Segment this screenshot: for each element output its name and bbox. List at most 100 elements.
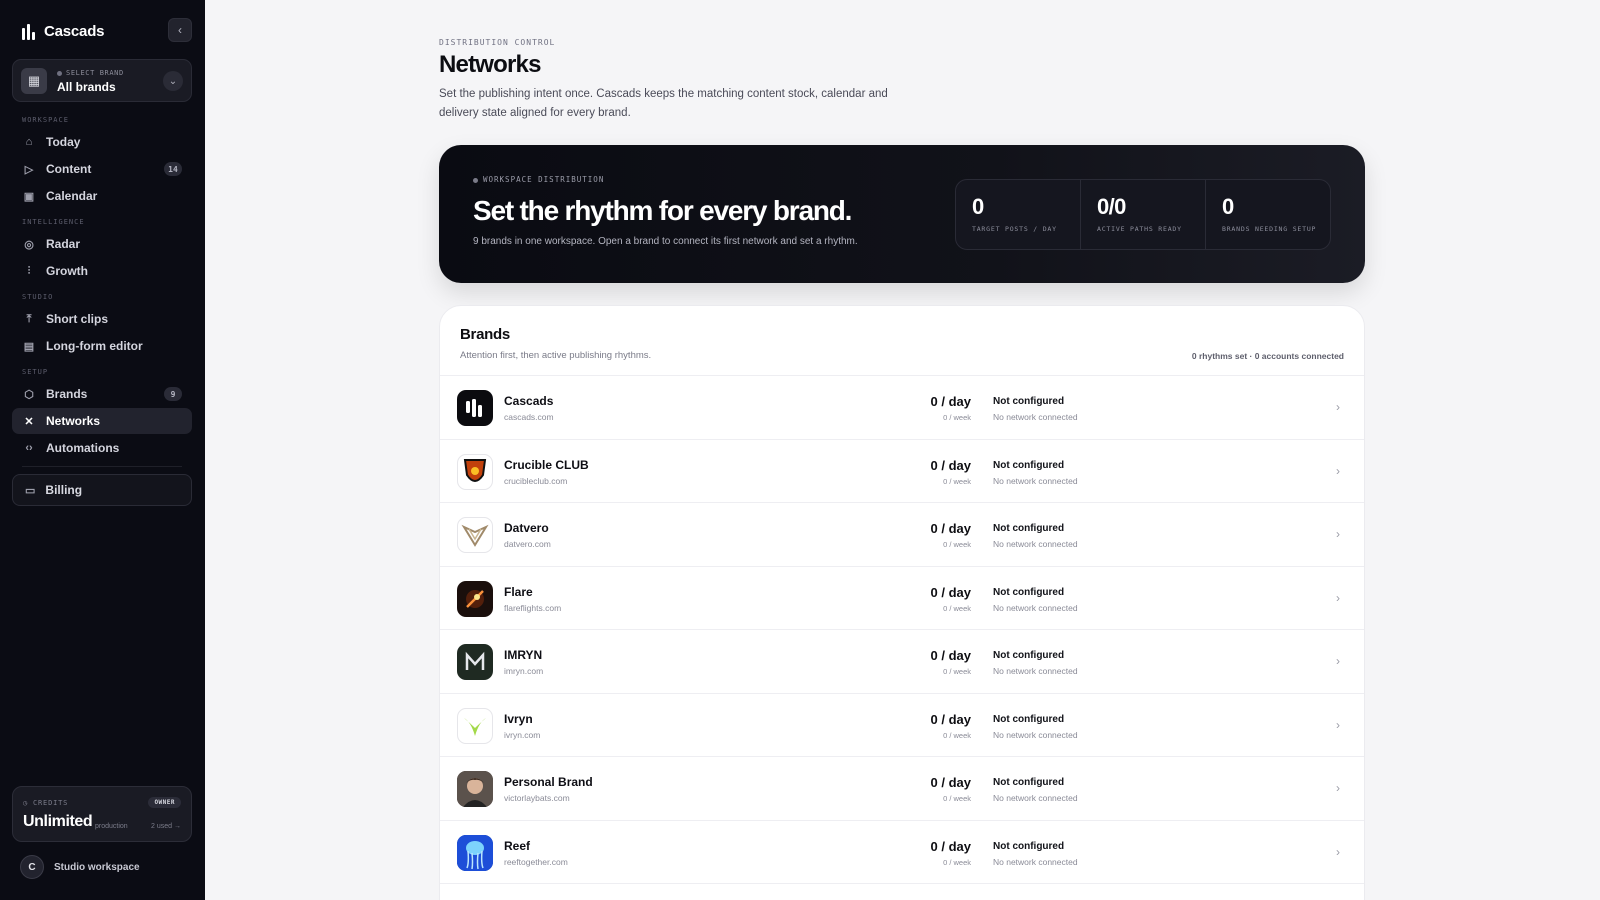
credits-label: CREDITS xyxy=(33,799,69,807)
page-title: Networks xyxy=(439,51,541,78)
chevron-right-icon: › xyxy=(1336,527,1340,541)
status-dot xyxy=(57,70,62,76)
brand-name: Crucible CLUB xyxy=(504,457,589,472)
brand-row-personal-brand[interactable]: Personal Brand victorlaybats.com 0 / day… xyxy=(440,757,1364,821)
section-label-workspace: WORKSPACE xyxy=(22,116,69,124)
status-dot xyxy=(473,177,478,183)
brand-status: Not configured xyxy=(993,650,1065,661)
brand-row-cascads[interactable]: Cascads cascads.com 0 / day 0 / week Not… xyxy=(440,376,1364,440)
brand-selector[interactable]: ▦ SELECT BRAND All brands ⌄ xyxy=(12,59,192,102)
brand-row-reef[interactable]: Reef reeftogether.com 0 / day 0 / week N… xyxy=(440,821,1364,884)
brand-weekly-rate: 0 / week xyxy=(943,857,971,867)
imryn-logo-icon xyxy=(457,644,493,680)
chevron-down-icon: ⌄ xyxy=(163,71,183,91)
home-icon: ⌂ xyxy=(25,136,33,148)
brand-domain: ivryn.com xyxy=(504,729,541,740)
upload-icon: ⤒ xyxy=(26,312,32,325)
reef-logo-icon xyxy=(457,834,493,871)
brand-weekly-rate: 0 / week xyxy=(943,667,971,676)
brand-domain: imryn.com xyxy=(504,666,544,676)
brand-weekly-rate: 0 / week xyxy=(943,476,971,486)
collapse-sidebar-button[interactable]: ‹ xyxy=(168,18,192,42)
brand-weekly-rate: 0 / week xyxy=(943,794,971,803)
page-description: Set the publishing intent once. Cascads … xyxy=(439,88,888,119)
brand-daily-rate: 0 / day xyxy=(930,457,971,473)
brand-network-status: No network connected xyxy=(993,793,1078,803)
section-label-intelligence: INTELLIGENCE xyxy=(22,218,85,226)
sidebar-item-label: Networks xyxy=(46,414,101,428)
flare-logo-icon xyxy=(457,580,493,617)
brand-status: Not configured xyxy=(993,840,1065,852)
sidebar-item-label: Content xyxy=(46,162,92,176)
brand-row-flare[interactable]: Flare flareflights.com 0 / day 0 / week … xyxy=(440,567,1364,630)
brand-status: Not configured xyxy=(993,523,1065,534)
credits-used-link[interactable]: 2 used → xyxy=(151,823,181,830)
brand-daily-rate: 0 / day xyxy=(930,584,971,600)
brand-status: Not configured xyxy=(993,459,1065,471)
count-badge: 14 xyxy=(164,162,182,176)
brand-row-imryn[interactable]: IMRYN imryn.com 0 / day 0 / week Not con… xyxy=(440,630,1364,694)
sidebar-item-content[interactable]: ▷ Content 14 xyxy=(12,156,192,182)
brand-row-ivryn[interactable]: Ivryn ivryn.com 0 / day 0 / week Not con… xyxy=(440,694,1364,757)
sidebar-item-radar[interactable]: ◎ Radar xyxy=(12,231,192,257)
stat-label: TARGET POSTS / DAY xyxy=(972,225,1057,233)
billing-button[interactable]: ▭ Billing xyxy=(12,474,192,506)
sidebar-item-short-clips[interactable]: ⤒ Short clips xyxy=(12,306,192,332)
sidebar-item-calendar[interactable]: ▣ Calendar xyxy=(12,183,192,209)
sidebar-item-growth[interactable]: ⫶ Growth xyxy=(12,258,192,284)
brand-daily-rate: 0 / day xyxy=(930,648,971,663)
brand-daily-rate: 0 / day xyxy=(930,711,971,727)
brand-network-status: No network connected xyxy=(993,475,1078,486)
cascads-logo-icon xyxy=(457,390,493,426)
stat-brands-needing-setup: 0 BRANDS NEEDING SETUP xyxy=(1206,180,1330,249)
brand-name: IMRYN xyxy=(504,648,543,662)
sidebar-item-label: Brands xyxy=(46,387,88,401)
radar-icon: ◎ xyxy=(24,238,34,251)
brand-network-status: No network connected xyxy=(993,539,1078,549)
datvero-logo-icon xyxy=(457,517,493,553)
brand-status: Not configured xyxy=(993,586,1065,598)
brand-name: Datvero xyxy=(504,521,549,535)
sidebar-item-today[interactable]: ⌂ Today xyxy=(12,129,192,155)
stat-value: 0 xyxy=(1222,194,1234,219)
calendar-icon: ▣ xyxy=(23,190,35,203)
chevron-left-icon: ‹ xyxy=(178,23,182,37)
app-name: Cascads xyxy=(44,22,105,40)
distribution-hero: WORKSPACE DISTRIBUTION Set the rhythm fo… xyxy=(439,145,1365,283)
workspace-name: Studio workspace xyxy=(54,861,140,873)
box-icon: ⬡ xyxy=(24,388,34,401)
stat-label: ACTIVE PATHS READY xyxy=(1097,225,1182,233)
brand-weekly-rate: 0 / week xyxy=(943,730,971,740)
brand-weekly-rate: 0 / week xyxy=(943,540,971,549)
billing-label: Billing xyxy=(45,483,83,497)
sidebar-item-long-form-editor[interactable]: ▤ Long-form editor xyxy=(12,333,192,359)
hero-eyebrow: WORKSPACE DISTRIBUTION xyxy=(483,175,605,184)
brand-daily-rate: 0 / day xyxy=(930,394,971,409)
sidebar-item-networks[interactable]: ✕ Networks xyxy=(12,408,192,434)
brands-title: Brands xyxy=(460,326,510,343)
brand-domain: cascads.com xyxy=(504,412,554,422)
brand-weekly-rate: 0 / week xyxy=(943,413,971,422)
brand-name: Flare xyxy=(504,584,533,599)
app-logo[interactable]: Cascads ‹ xyxy=(22,18,192,42)
chevron-right-icon: › xyxy=(1336,781,1340,795)
page-eyebrow: DISTRIBUTION CONTROL xyxy=(439,38,556,47)
credits-card[interactable]: ◷ CREDITS OWNER Unlimited production 2 u… xyxy=(12,786,192,842)
workspace-switcher[interactable]: C Studio workspace xyxy=(20,855,140,879)
brands-summary: 0 rhythms set · 0 accounts connected xyxy=(1191,351,1344,361)
crucible-club-logo-icon xyxy=(457,453,493,490)
brand-row-datvero[interactable]: Datvero datvero.com 0 / day 0 / week Not… xyxy=(440,503,1364,567)
brand-row-crucible-club[interactable]: Crucible CLUB crucibleclub.com 0 / day 0… xyxy=(440,440,1364,503)
ivryn-logo-icon xyxy=(457,707,493,744)
workspace-avatar: C xyxy=(20,855,44,879)
sidebar-item-automations[interactable]: ‹› Automations xyxy=(12,435,192,461)
stat-label: BRANDS NEEDING SETUP xyxy=(1222,225,1317,233)
sidebar-item-label: Calendar xyxy=(46,189,98,203)
sidebar-item-brands[interactable]: ⬡ Brands 9 xyxy=(12,381,192,407)
stat-active-paths: 0/0 ACTIVE PATHS READY xyxy=(1081,180,1206,249)
clock-icon: ◷ xyxy=(23,799,34,807)
brand-network-status: No network connected xyxy=(993,412,1078,422)
chevron-right-icon: › xyxy=(1336,463,1340,478)
brand-domain: datvero.com xyxy=(504,539,551,549)
brand-domain: flareflights.com xyxy=(504,602,562,613)
